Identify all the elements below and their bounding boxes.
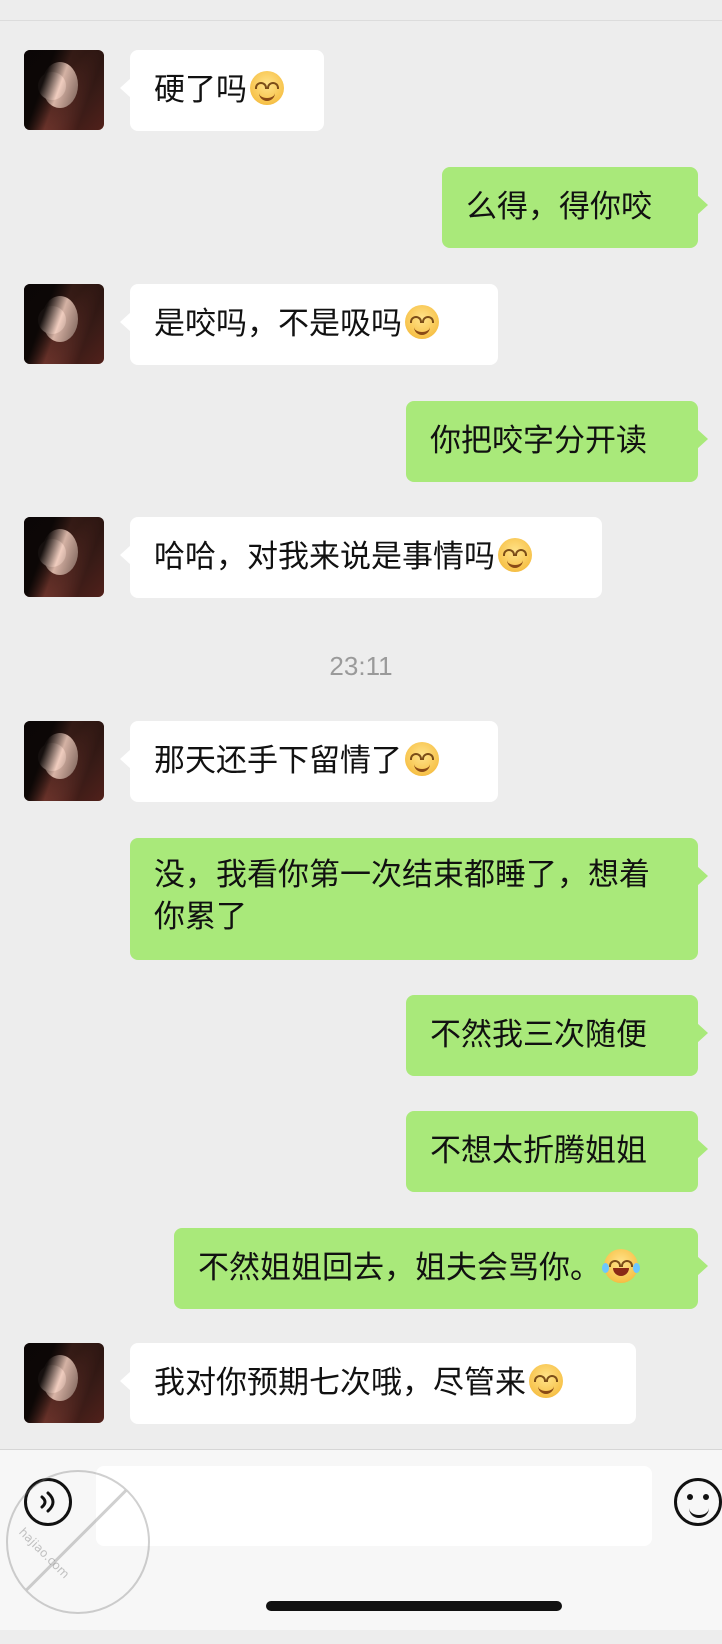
avatar[interactable]: [24, 50, 104, 130]
message-bubble[interactable]: 么得，得你咬: [442, 167, 708, 248]
smirk-face-icon: [498, 538, 532, 572]
avatar[interactable]: [24, 721, 104, 801]
smirk-face-icon: [405, 305, 439, 339]
message-bubble[interactable]: 不然姐姐回去，姐夫会骂你。: [174, 1228, 708, 1309]
message-text: 不然姐姐回去，姐夫会骂你。: [198, 1250, 601, 1286]
message-text: 硬了吗: [154, 72, 247, 108]
message-bubble[interactable]: 硬了吗: [120, 50, 324, 131]
message-text: 你把咬字分开读: [430, 423, 647, 459]
avatar[interactable]: [24, 284, 104, 364]
home-indicator[interactable]: [266, 1601, 562, 1611]
smirk-face-icon: [250, 71, 284, 105]
smirk-face-icon: [405, 742, 439, 776]
message-bubble[interactable]: 不然我三次随便: [406, 995, 708, 1076]
message-text: 不然我三次随便: [430, 1017, 647, 1053]
message-bubble[interactable]: 没，我看你第一次结束都睡了，想着你累了: [130, 838, 708, 960]
message-text: 那天还手下留情了: [154, 743, 402, 779]
message-bubble[interactable]: 那天还手下留情了: [120, 721, 498, 802]
message-bubble[interactable]: 你把咬字分开读: [406, 401, 708, 482]
message-text: 我对你预期七次哦，尽管来: [154, 1365, 526, 1401]
top-divider: [0, 0, 722, 21]
laughing-tears-face-icon: [602, 1249, 640, 1283]
message-text: 哈哈，对我来说是事情吗: [154, 539, 495, 575]
emoji-button[interactable]: [674, 1478, 722, 1526]
message-bubble[interactable]: 哈哈，对我来说是事情吗: [120, 517, 602, 598]
message-text: 不想太折腾姐姐: [430, 1133, 647, 1169]
avatar[interactable]: [24, 1343, 104, 1423]
smirk-face-icon: [529, 1364, 563, 1398]
message-input[interactable]: [96, 1466, 652, 1546]
message-bubble[interactable]: 不想太折腾姐姐: [406, 1111, 708, 1192]
message-bubble[interactable]: 是咬吗，不是吸吗: [120, 284, 498, 365]
message-bubble[interactable]: 我对你预期七次哦，尽管来: [120, 1343, 636, 1424]
message-text: 是咬吗，不是吸吗: [154, 306, 402, 342]
message-text: 么得，得你咬: [466, 189, 652, 225]
avatar[interactable]: [24, 517, 104, 597]
message-timestamp: 23:11: [329, 651, 393, 681]
message-text: 没，我看你第一次结束都睡了，想着你累了: [154, 857, 650, 935]
